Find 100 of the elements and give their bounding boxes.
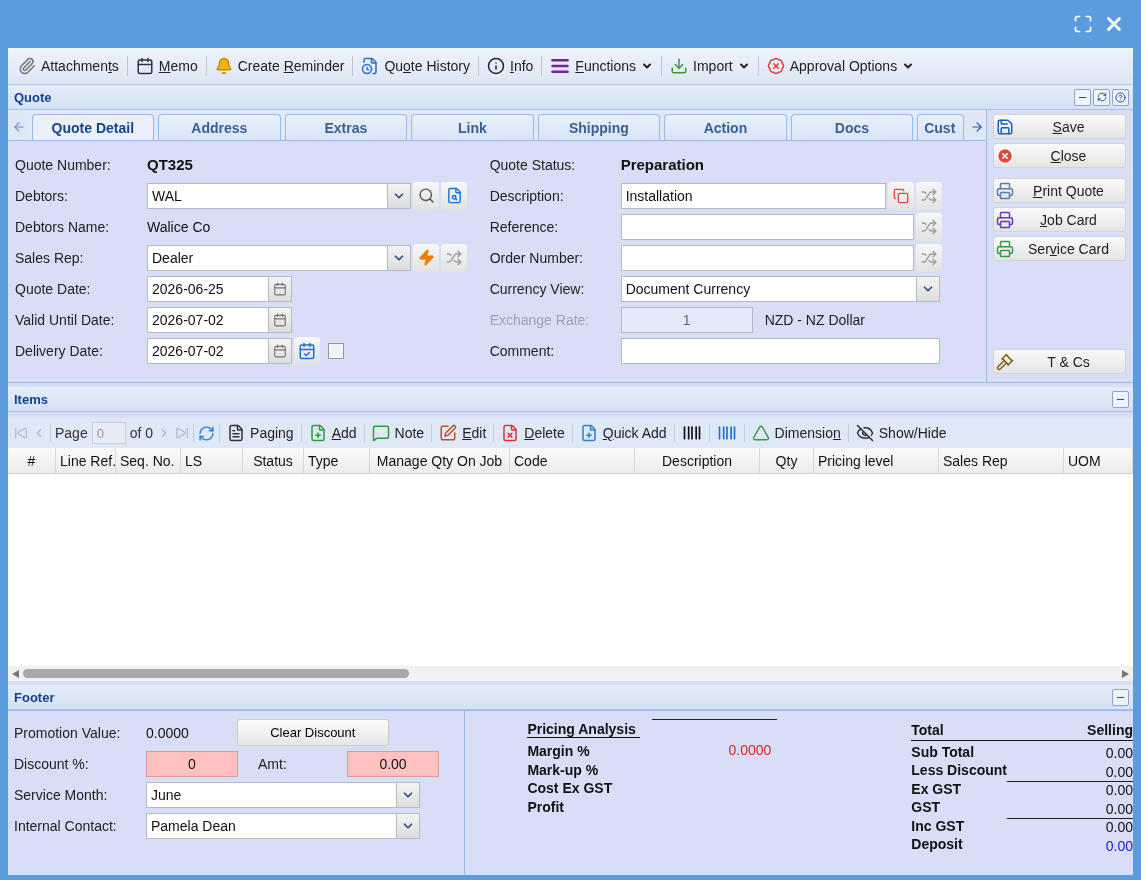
select-field[interactable]: June (146, 781, 420, 808)
discount-field[interactable]: 0 (146, 750, 238, 777)
toolbar-button[interactable]: Info (481, 54, 540, 78)
shuffle-button[interactable] (915, 212, 942, 241)
column-header[interactable]: Seq. No. (116, 448, 181, 473)
total-value: 0.00 (1104, 763, 1133, 780)
toolbar-button[interactable]: Approval Options (760, 54, 921, 78)
combo-field[interactable]: Dealer (147, 244, 411, 271)
total-label: Deposit (911, 835, 963, 854)
collapse-icon[interactable] (1112, 688, 1129, 706)
clear-discount-button[interactable]: Clear Discount (236, 719, 389, 746)
grid-tool-button[interactable]: Paging (224, 422, 297, 444)
grid-tool-button[interactable]: Quick Add (576, 422, 670, 444)
calendar-check-button[interactable] (294, 336, 320, 365)
grid-tool-button[interactable]: Delete (498, 422, 568, 444)
text-field[interactable] (620, 213, 914, 240)
document-info-icon (445, 187, 463, 204)
bolt-button[interactable] (413, 243, 439, 272)
column-header[interactable]: Qty (760, 448, 814, 473)
text-field[interactable] (620, 337, 940, 364)
toolbar-button[interactable]: Attachments (12, 54, 125, 78)
last-page-icon[interactable] (175, 426, 190, 440)
grid-tool-button[interactable]: Add (305, 422, 360, 444)
side-button[interactable]: T & Cs (993, 349, 1126, 374)
grid-tool-button[interactable]: Dimension (748, 422, 844, 444)
gavel-icon (996, 352, 1014, 371)
shuffle-button[interactable] (915, 181, 942, 210)
column-header[interactable]: Description (635, 448, 760, 473)
side-button[interactable]: Service Card (993, 236, 1126, 261)
side-button[interactable]: Save (993, 114, 1126, 139)
first-page-icon[interactable] (14, 426, 28, 440)
column-header[interactable]: UOM (1064, 448, 1133, 473)
tab[interactable]: Docs (790, 114, 914, 140)
refresh-icon[interactable] (198, 424, 216, 442)
tab[interactable]: Address (158, 114, 281, 140)
field-label: Order Number: (489, 249, 584, 266)
scroll-right-icon[interactable] (1122, 669, 1129, 678)
copy-button[interactable] (887, 181, 914, 210)
scroll-left-icon[interactable] (12, 669, 19, 678)
toolbar-button[interactable]: Memo (129, 54, 204, 78)
select-field[interactable]: Document Currency (620, 275, 940, 302)
tab[interactable]: Extras (284, 114, 408, 140)
text-field[interactable] (620, 244, 914, 271)
help-icon[interactable] (1112, 88, 1129, 106)
column-header[interactable]: Manage Qty On Job (370, 448, 510, 473)
date-field[interactable]: 2026-06-25 (147, 275, 292, 302)
column-header[interactable]: # (8, 448, 56, 473)
column-header[interactable]: Code (510, 448, 635, 473)
text-field[interactable]: Installation (620, 182, 886, 209)
date-field[interactable]: 2026-07-02 (147, 306, 292, 333)
grid-tool-button[interactable]: Note (368, 422, 428, 444)
add-document-icon (308, 424, 327, 442)
tab[interactable]: Action (664, 114, 787, 140)
tab[interactable]: Shipping (537, 114, 661, 140)
toolbar-button[interactable]: Create Reminder (208, 54, 351, 78)
side-button[interactable]: Job Card (993, 207, 1126, 232)
field-value: QT325 (147, 156, 193, 173)
grid-tool-button[interactable]: Edit (436, 422, 490, 444)
column-header[interactable]: Sales Rep (939, 448, 1064, 473)
shuffle-icon (920, 218, 937, 235)
column-header[interactable]: Status (243, 448, 304, 473)
column-header[interactable]: Type (304, 448, 370, 473)
section-title: Total (911, 721, 944, 740)
tab[interactable]: Cust (917, 114, 965, 140)
shuffle-button[interactable] (441, 243, 467, 272)
barcode-icon (716, 423, 737, 443)
info-button[interactable] (441, 181, 467, 210)
select-field[interactable]: Pamela Dean (146, 812, 420, 839)
toolbar-button[interactable]: Import (664, 54, 756, 78)
column-header[interactable]: Line Ref. (56, 448, 116, 473)
fullscreen-icon[interactable] (1073, 14, 1093, 34)
date-field[interactable]: 2026-07-02 (147, 337, 292, 364)
column-header[interactable]: LS (181, 448, 243, 473)
toolbar-button[interactable]: Quote History (355, 54, 476, 78)
side-button[interactable]: Print Quote (993, 178, 1126, 203)
checkbox[interactable] (328, 342, 344, 359)
shuffle-icon (446, 249, 462, 266)
shuffle-button[interactable] (915, 243, 942, 272)
search-button[interactable] (413, 181, 439, 210)
tab[interactable]: Link (411, 114, 534, 140)
paperclip-icon (18, 57, 36, 75)
refresh-icon[interactable] (1093, 88, 1110, 106)
edit-icon (439, 424, 458, 442)
bell-icon (214, 57, 233, 75)
shuffle-icon (920, 249, 937, 266)
calendar-icon (273, 343, 287, 358)
scrollbar-thumb[interactable] (23, 669, 409, 678)
approval-icon (766, 57, 785, 75)
amount-field[interactable]: 0.00 (347, 750, 439, 777)
collapse-icon[interactable] (1112, 390, 1129, 408)
tab[interactable]: Quote Detail (31, 114, 155, 140)
collapse-icon[interactable] (1074, 88, 1091, 106)
toolbar-button[interactable]: Functions (544, 53, 660, 79)
side-button[interactable]: Close (993, 143, 1126, 168)
grid-tool-button[interactable]: Show/Hide (852, 422, 950, 444)
combo-field[interactable]: WAL (147, 182, 411, 209)
column-header[interactable]: Pricing level (814, 448, 939, 473)
pricing-value: 0.0000 (728, 742, 772, 760)
printer-icon (996, 210, 1014, 229)
field-label: Amt: (257, 755, 288, 772)
